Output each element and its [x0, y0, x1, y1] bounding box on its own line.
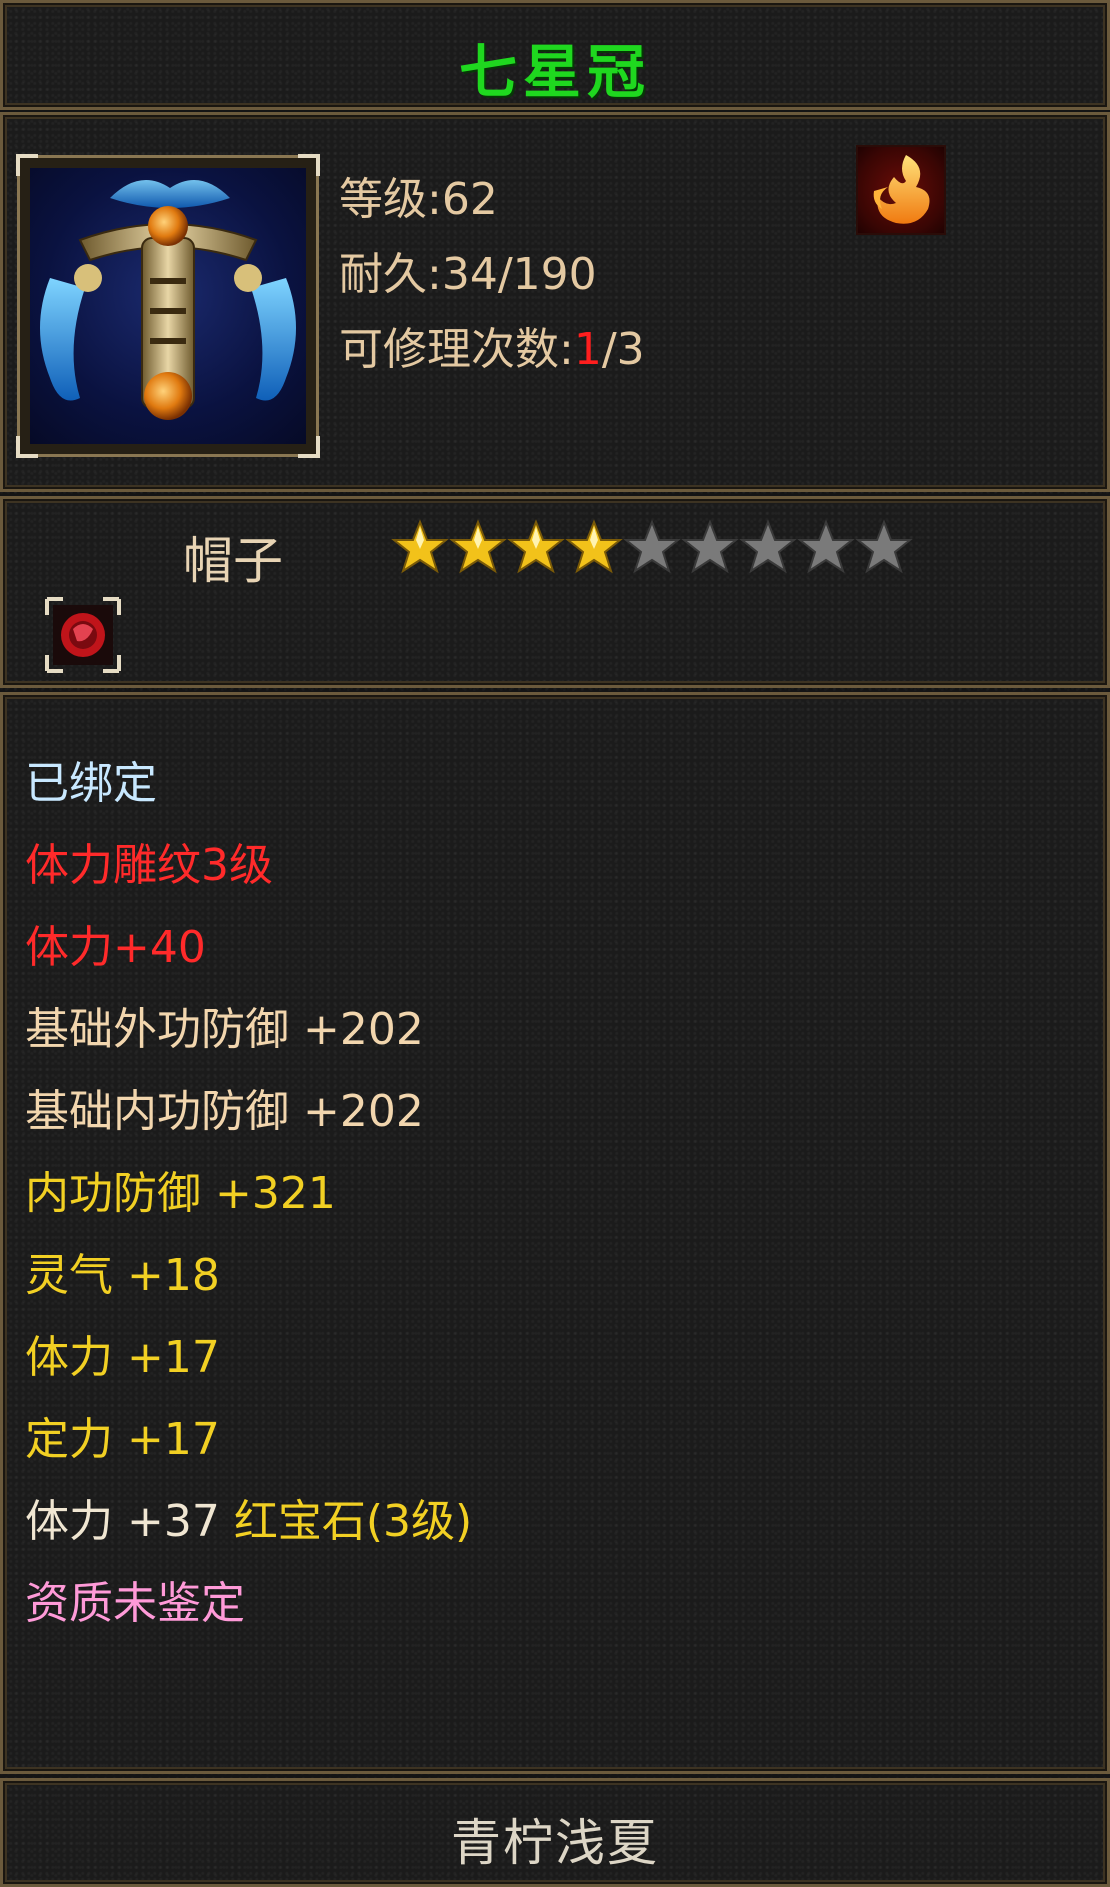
gem-name: 红宝石(3级)	[233, 1496, 473, 1547]
colon: :	[559, 324, 574, 375]
repair-total: /3	[601, 324, 645, 375]
repair-used: 1	[573, 324, 602, 375]
bound-status: 已绑定	[25, 758, 157, 809]
item-tooltip: 七星冠 等级:62 耐久:34/190 可修理次数:1/3 帽子 已绑定 体力雕…	[0, 0, 1110, 1887]
star-filled-icon	[391, 519, 449, 574]
engraving-attr: 体力雕纹3级	[25, 840, 273, 891]
aptitude-status: 资质未鉴定	[25, 1578, 245, 1629]
item-name: 七星冠	[458, 38, 651, 106]
focus-attr: 定力 +17	[25, 1414, 220, 1465]
attribute-list: 已绑定 体力雕纹3级 体力+40 基础外功防御 +202 基础内功防御 +202…	[25, 743, 472, 1645]
star-empty-icon	[739, 519, 797, 574]
star-rating	[391, 519, 913, 583]
base-external-defense-attr: 基础外功防御 +202	[25, 1004, 424, 1055]
star-empty-icon	[855, 519, 913, 574]
star-empty-icon	[623, 519, 681, 574]
item-icon-frame[interactable]	[16, 154, 320, 458]
engraving-bonus-attr: 体力+40	[25, 922, 206, 973]
durability-stat: 耐久:34/190	[339, 238, 597, 302]
durability-label: 耐久	[339, 249, 427, 300]
star-filled-icon	[565, 519, 623, 574]
star-filled-icon	[449, 519, 507, 574]
colon: :	[427, 174, 442, 225]
stamina-attr: 体力 +17	[25, 1332, 220, 1383]
gem-bonus-attr: 体力 +37 红宝石(3级)	[25, 1481, 472, 1563]
owner-name: 青柠浅夏	[451, 1814, 659, 1872]
internal-defense-attr: 内功防御 +321	[25, 1168, 336, 1219]
title-panel: 七星冠	[0, 0, 1110, 110]
star-filled-icon	[507, 519, 565, 574]
crown-item-icon	[30, 168, 306, 444]
level-value: 62	[441, 174, 498, 225]
base-internal-defense-attr: 基础内功防御 +202	[25, 1086, 424, 1137]
fire-element-icon	[856, 145, 946, 235]
repair-label: 可修理次数	[339, 324, 559, 375]
repair-stat: 可修理次数:1/3	[339, 313, 645, 377]
level-label: 等级	[339, 174, 427, 225]
level-stat: 等级:62	[339, 163, 498, 227]
type-panel: 帽子	[0, 496, 1110, 688]
footer-panel: 青柠浅夏	[0, 1778, 1110, 1887]
item-type: 帽子	[183, 532, 283, 590]
gem-bonus-value: 体力 +37	[25, 1496, 234, 1547]
colon: :	[427, 249, 442, 300]
star-empty-icon	[681, 519, 739, 574]
star-empty-icon	[797, 519, 855, 574]
info-panel: 等级:62 耐久:34/190 可修理次数:1/3	[0, 112, 1110, 492]
red-gem-socket-icon[interactable]	[43, 595, 123, 675]
attributes-panel: 已绑定 体力雕纹3级 体力+40 基础外功防御 +202 基础内功防御 +202…	[0, 692, 1110, 1774]
spirit-attr: 灵气 +18	[25, 1250, 220, 1301]
durability-value: 34/190	[441, 249, 597, 300]
